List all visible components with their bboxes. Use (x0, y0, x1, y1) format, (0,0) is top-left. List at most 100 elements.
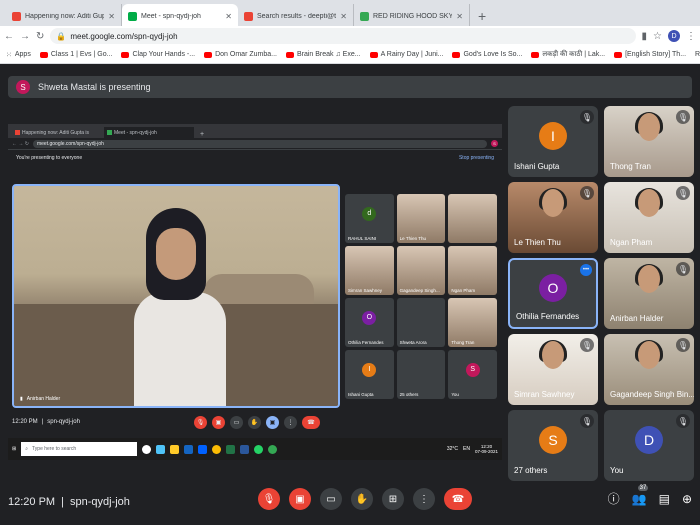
taskbar-search-text: Type here to search (32, 446, 77, 452)
pres-tile-avatar: O (362, 310, 377, 325)
participant-grid: I 🎙 Ishani Gupta 🎙 Thong Tran 🎙 Le Thien Thu 🎙 N… (508, 106, 696, 481)
stop-presenting-text: Stop presenting (458, 155, 494, 161)
tab-favicon-icon (244, 11, 253, 21)
mic-off-button[interactable]: 🎙 (258, 488, 280, 510)
participant-tile[interactable]: 🎙 Le Thien Thu (508, 182, 598, 253)
bookmark-label: Don Omar Zumba... (215, 51, 277, 58)
pres-participant-tile: Thong Tran (448, 298, 497, 347)
search-icon: ⌕ (25, 446, 29, 452)
participant-name: Thong Tran (610, 162, 651, 171)
bookmark-item[interactable]: Class 1 | Evs | Go... (39, 51, 112, 58)
mic-muted-icon: 🎙 (580, 110, 594, 124)
pres-tile-name: Othilia Fernandes (348, 340, 384, 345)
close-tab-icon[interactable]: ✕ (108, 12, 115, 21)
browser-tab[interactable]: Search results - deepti@theinc✕ (238, 4, 354, 28)
pres-tile-avatar: I (362, 362, 377, 377)
pres-control-bar: 12:20 PM | spn-qydj-joh 🎙 ▣ ▭ ✋ ▣ ⋮ ☎ (8, 414, 502, 430)
close-tab-icon[interactable]: ✕ (340, 12, 347, 21)
participant-tile[interactable]: 🎙 Gagandeep Singh Bin... (604, 334, 694, 405)
bookmark-item[interactable]: God's Love Is So... (452, 51, 522, 58)
captions-button[interactable]: ▭ (320, 488, 342, 510)
meeting-details-button[interactable]: ⓘ (608, 490, 620, 507)
tile-more-icon[interactable]: ••• (580, 264, 592, 276)
apps-grid-icon: ⁙ (6, 51, 12, 59)
participant-tile[interactable]: D 🎙 You (604, 410, 694, 481)
pres-participant-tile: I Ishani Gupta (345, 350, 394, 399)
camera-icon[interactable]: ▮ (642, 31, 648, 42)
pres-tile-name: 25 others (399, 392, 419, 397)
word-icon (240, 444, 250, 454)
participant-tile[interactable]: O ••• Othilia Fernandes (508, 258, 598, 329)
close-tab-icon[interactable]: ✕ (456, 12, 463, 21)
menu-kebab-icon[interactable]: ⋮ (686, 31, 696, 42)
participant-tile[interactable]: 🎙 Thong Tran (604, 106, 694, 177)
bookmark-item[interactable]: A Rainy Day | Juni... (369, 51, 443, 58)
chat-button[interactable]: ▤ (659, 492, 670, 506)
participant-name: You (610, 466, 624, 475)
profile-avatar[interactable]: D (668, 30, 680, 42)
star-icon[interactable]: ☆ (653, 31, 662, 42)
pres-participant-tile (448, 194, 497, 243)
participant-name: Simran Sawhney (514, 390, 575, 399)
bookmark-item[interactable]: [English Story] Th... (614, 51, 686, 58)
participant-tile[interactable]: 🎙 Ngan Pham (604, 182, 694, 253)
browser-tab[interactable]: Happening now: Aditi Gupta is ✕ (6, 4, 122, 28)
pres-tile-avatar: d (362, 206, 377, 221)
url-field[interactable]: 🔒 meet.google.com/spn-qydj-joh (50, 28, 636, 44)
presented-screen: Happening now: Aditi Gupta is Meet - spn… (8, 124, 502, 434)
main-video-name-text: Anirban Halder (26, 396, 61, 402)
presenting-to-everyone-text: You're presenting to everyone (16, 155, 83, 161)
bookmark-item[interactable]: Clap Your Hands -... (121, 51, 195, 58)
pres-cc-icon: ▭ (230, 415, 243, 429)
youtube-icon (204, 51, 213, 58)
child-figure (134, 208, 234, 406)
pres-tile-name: Ishani Gupta (348, 392, 374, 397)
participant-face (638, 113, 660, 142)
browser-tab[interactable]: Meet - spn-qydj-joh ✕ (122, 4, 238, 28)
back-icon[interactable]: ← (4, 31, 14, 42)
leave-call-button[interactable]: ☎ (444, 488, 472, 510)
bookmark-item[interactable]: Don Omar Zumba... (204, 51, 277, 58)
tab-favicon-icon (12, 11, 21, 21)
participant-avatar: O (539, 274, 567, 303)
browser-tab[interactable]: RED RIDING HOOD SKYPE SE ✕ (354, 4, 470, 28)
participant-name: 27 others (514, 466, 548, 475)
mic-muted-icon: 🎙 (580, 338, 594, 352)
more-options-button[interactable]: ⋮ (413, 488, 435, 510)
participant-tile[interactable]: 🎙 Simran Sawhney (508, 334, 598, 405)
excel-icon (226, 444, 236, 454)
youtube-icon (369, 51, 378, 58)
activities-button[interactable]: ⊕ (682, 492, 692, 506)
bookmark-item[interactable]: ⁙ Apps (6, 51, 31, 59)
bookmark-label: [English Story] Th... (625, 51, 687, 58)
raise-hand-button[interactable]: ✋ (351, 488, 373, 510)
reading-list[interactable]: Reading List (695, 51, 700, 58)
dropbox-icon (198, 444, 208, 454)
youtube-icon (121, 51, 130, 58)
youtube-icon (285, 51, 294, 58)
people-button[interactable]: 👥 37 (632, 484, 649, 506)
participant-tile[interactable]: I 🎙 Ishani Gupta (508, 106, 598, 177)
separator: | (61, 495, 64, 508)
participant-name: Othilia Fernandes (516, 312, 580, 321)
pres-cam-off-icon: ▣ (212, 415, 225, 429)
bookmark-label: लकड़ी की काठी | Lak... (542, 51, 606, 58)
forward-icon[interactable]: → (20, 31, 30, 42)
cortana-icon (142, 444, 152, 454)
presenting-banner: S Shweta Mastal is presenting (8, 76, 692, 98)
presented-taskbar: ⊞ ⌕ Type here to search 32°C EN 12:20 07… (8, 438, 502, 460)
close-tab-icon[interactable]: ✕ (225, 12, 232, 21)
bookmark-item[interactable]: लकड़ी की काठी | Lak... (531, 50, 605, 59)
tab-title: Search results - deepti@theinc (257, 12, 337, 20)
camera-off-button[interactable]: ▣ (289, 488, 311, 510)
participant-tile[interactable]: S 🎙 27 others (508, 410, 598, 481)
present-now-button[interactable]: ⊞ (382, 488, 404, 510)
new-tab-icon[interactable]: + (470, 8, 494, 28)
youtube-icon (614, 51, 623, 58)
main-video-tile: ▮ Anirban Halder (12, 184, 340, 408)
pres-code: spn-qydj-joh (47, 419, 80, 425)
participant-tile[interactable]: 🎙 Anirban Halder (604, 258, 694, 329)
weather-temp: 32°C (446, 446, 459, 452)
bookmark-item[interactable]: Brain Break ♫ Exe... (285, 51, 361, 58)
reload-icon[interactable]: ↻ (36, 31, 44, 42)
